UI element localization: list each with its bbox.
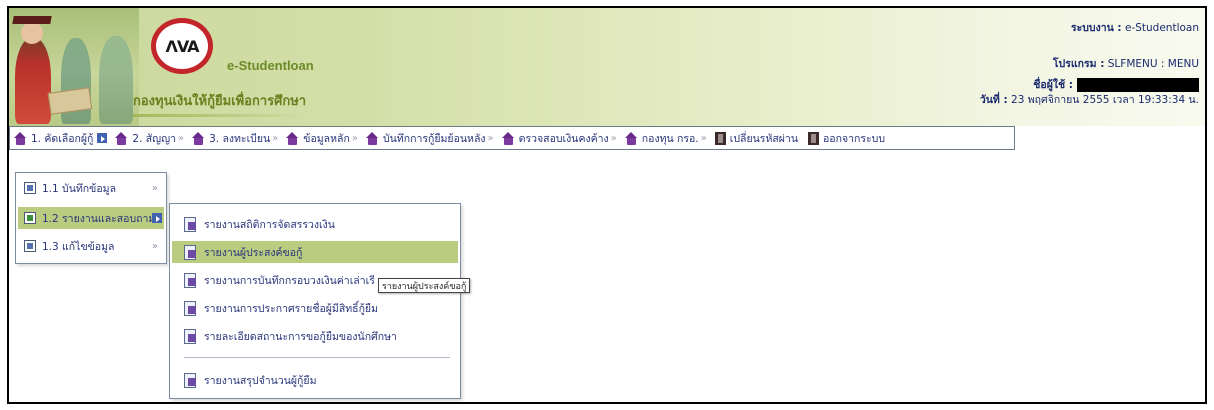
report-icon (184, 301, 196, 316)
report-icon (184, 373, 196, 388)
students-photo (9, 8, 139, 126)
submenu-item-record-data[interactable]: 1.1 บันทึกข้อมูล » (18, 177, 164, 199)
report-item-borrower-summary[interactable]: รายงานสรุปจำนวนผู้กู้ยืม (172, 369, 458, 391)
chevron-right-icon: » (351, 132, 358, 144)
form-icon (24, 240, 36, 252)
user-info: ชื่อผู้ใช้ : (1033, 79, 1073, 91)
house-icon (286, 131, 299, 145)
chevron-right-icon: » (177, 132, 185, 144)
chevron-right-icon: » (487, 132, 494, 144)
kyb-logo: ΛVA (151, 18, 213, 74)
report-item-eligible-list[interactable]: รายงานการประกาศรายชื่อผู้มีสิทธิ์กู้ยืม (172, 297, 458, 319)
menu-divider (184, 357, 450, 358)
submenu-item-reports[interactable]: 1.2 รายงานและสอบถาม (18, 207, 164, 229)
house-icon (365, 131, 379, 145)
form-icon (24, 182, 36, 194)
chevron-right-icon: » (700, 132, 707, 144)
brand-title: กองทุนเงินให้กู้ยืมเพื่อการศึกษา (133, 90, 307, 117)
redacted-username (1077, 78, 1199, 92)
report-icon (184, 217, 196, 232)
menu-register[interactable]: 3. ลงทะเบียน » (190, 128, 284, 148)
main-menubar: 1. คัดเลือกผู้กู้ 2. สัญญา » 3. ลงทะเบีย… (9, 126, 1015, 150)
menu-contract[interactable]: 2. สัญญา » (113, 128, 190, 148)
report-icon (184, 329, 196, 344)
report-item-applicants[interactable]: รายงานผู้ประสงค์ขอกู้ (172, 241, 458, 263)
form-icon (24, 212, 36, 224)
house-icon (115, 131, 128, 145)
date-info: วันที่ : 23 พฤศจิกายน 2555 เวลา 19:33:34… (979, 94, 1199, 106)
report-icon (184, 273, 196, 288)
program-info: โปรแกรม : SLFMENU : MENU (1052, 58, 1199, 70)
header-banner: ΛVA e-Studentloan กองทุนเงินให้กู้ยืมเพื… (9, 8, 1205, 126)
house-icon (624, 131, 638, 145)
report-icon (184, 245, 196, 260)
tooltip: รายงานผู้ประสงค์ขอกู้ (378, 278, 471, 293)
menu-loan-history[interactable]: บันทึกการกู้ยืมย้อนหลัง » (364, 128, 500, 148)
submenu-item-edit-data[interactable]: 1.3 แก้ไขข้อมูล » (18, 235, 164, 257)
house-icon (192, 131, 205, 145)
submenu-open-icon (152, 213, 162, 223)
report-item-student-status[interactable]: รายละเอียดสถานะการขอกู้ยืมของนักศึกษา (172, 325, 458, 347)
chevron-right-icon: » (610, 132, 617, 144)
report-item-allocation-stats[interactable]: รายงานสถิติการจัดสรรวงเงิน (172, 213, 458, 235)
submenu-select-borrower: 1.1 บันทึกข้อมูล » 1.2 รายงานและสอบถาม 1… (15, 172, 167, 264)
submenu-reports: รายงานสถิติการจัดสรรวงเงิน รายงานผู้ประส… (169, 203, 461, 399)
menu-change-password[interactable]: เปลี่ยนรหัสผ่าน (713, 128, 800, 148)
menu-logout[interactable]: ออกจากระบบ (806, 128, 887, 148)
app-frame: ΛVA e-Studentloan กองทุนเงินให้กู้ยืมเพื… (7, 6, 1207, 404)
menu-outstanding-check[interactable]: ตรวจสอบเงินคงค้าง » (500, 128, 623, 148)
door-icon (808, 131, 819, 145)
chevron-right-icon: » (151, 240, 158, 252)
submenu-open-icon (97, 133, 108, 143)
house-icon (14, 131, 27, 145)
house-icon (501, 131, 515, 145)
brand-suffix: e-Studentloan (227, 58, 314, 73)
chevron-right-icon: » (151, 182, 158, 194)
system-info: ระบบงาน : e-Studentloan (1070, 22, 1199, 34)
door-icon (714, 131, 726, 145)
menu-select-borrower[interactable]: 1. คัดเลือกผู้กู้ (12, 128, 113, 148)
chevron-right-icon: » (272, 132, 279, 144)
menu-master-data[interactable]: ข้อมูลหลัก » (284, 128, 364, 148)
menu-icl-fund[interactable]: กองทุน กรอ. » (623, 128, 713, 148)
